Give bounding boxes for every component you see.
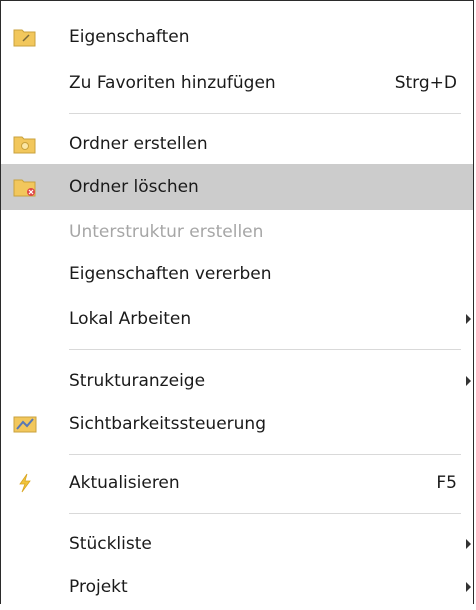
lightning-icon <box>13 473 37 493</box>
menu-item-sichtbarkeitssteuerung[interactable]: Sichtbarkeitssteuerung <box>1 401 473 447</box>
menu-item-label: Zu Favoriten hinzufügen <box>69 73 276 93</box>
submenu-arrow-icon <box>466 582 471 592</box>
folder-new-icon <box>13 134 37 154</box>
menu-item-shortcut: F5 <box>436 473 457 493</box>
folder-delete-icon <box>13 177 37 197</box>
menu-item-ordner-loeschen[interactable]: Ordner löschen <box>1 164 473 210</box>
menu-item-label: Ordner erstellen <box>69 134 208 154</box>
menu-item-aktualisieren[interactable]: Aktualisieren F5 <box>1 460 473 506</box>
menu-item-ordner-erstellen[interactable]: Ordner erstellen <box>1 121 473 167</box>
visibility-control-icon <box>13 414 37 434</box>
menu-item-eigenschaften[interactable]: Eigenschaften <box>1 14 473 60</box>
menu-item-zu-favoriten[interactable]: Zu Favoriten hinzufügen Strg+D <box>1 60 473 106</box>
menu-item-label: Sichtbarkeitssteuerung <box>69 414 266 434</box>
menu-item-projekt[interactable]: Projekt <box>1 564 473 610</box>
menu-item-strukturanzeige[interactable]: Strukturanzeige <box>1 358 473 404</box>
menu-item-label: Aktualisieren <box>69 473 180 493</box>
menu-item-eigenschaften-vererben[interactable]: Eigenschaften vererben <box>1 251 473 297</box>
menu-item-label: Ordner löschen <box>69 177 199 197</box>
menu-item-unterstruktur-erstellen: Unterstruktur erstellen <box>1 209 473 255</box>
menu-item-label: Eigenschaften <box>69 27 190 47</box>
context-menu: Eigenschaften Zu Favoriten hinzufügen St… <box>0 0 474 604</box>
submenu-arrow-icon <box>466 539 471 549</box>
menu-item-label: Lokal Arbeiten <box>69 309 192 329</box>
folder-edit-icon <box>13 27 37 47</box>
menu-item-label: Unterstruktur erstellen <box>69 222 264 242</box>
menu-item-label: Eigenschaften vererben <box>69 264 272 284</box>
menu-item-shortcut: Strg+D <box>394 73 457 93</box>
menu-item-lokal-arbeiten[interactable]: Lokal Arbeiten <box>1 296 473 342</box>
menu-item-label: Stückliste <box>69 534 152 554</box>
menu-separator <box>69 454 461 455</box>
submenu-arrow-icon <box>466 314 471 324</box>
menu-item-stueckliste[interactable]: Stückliste <box>1 521 473 567</box>
menu-separator <box>69 113 461 114</box>
menu-separator <box>69 513 461 514</box>
menu-item-label: Strukturanzeige <box>69 371 206 391</box>
menu-separator <box>69 349 461 350</box>
submenu-arrow-icon <box>466 376 471 386</box>
menu-item-label: Projekt <box>69 577 128 597</box>
